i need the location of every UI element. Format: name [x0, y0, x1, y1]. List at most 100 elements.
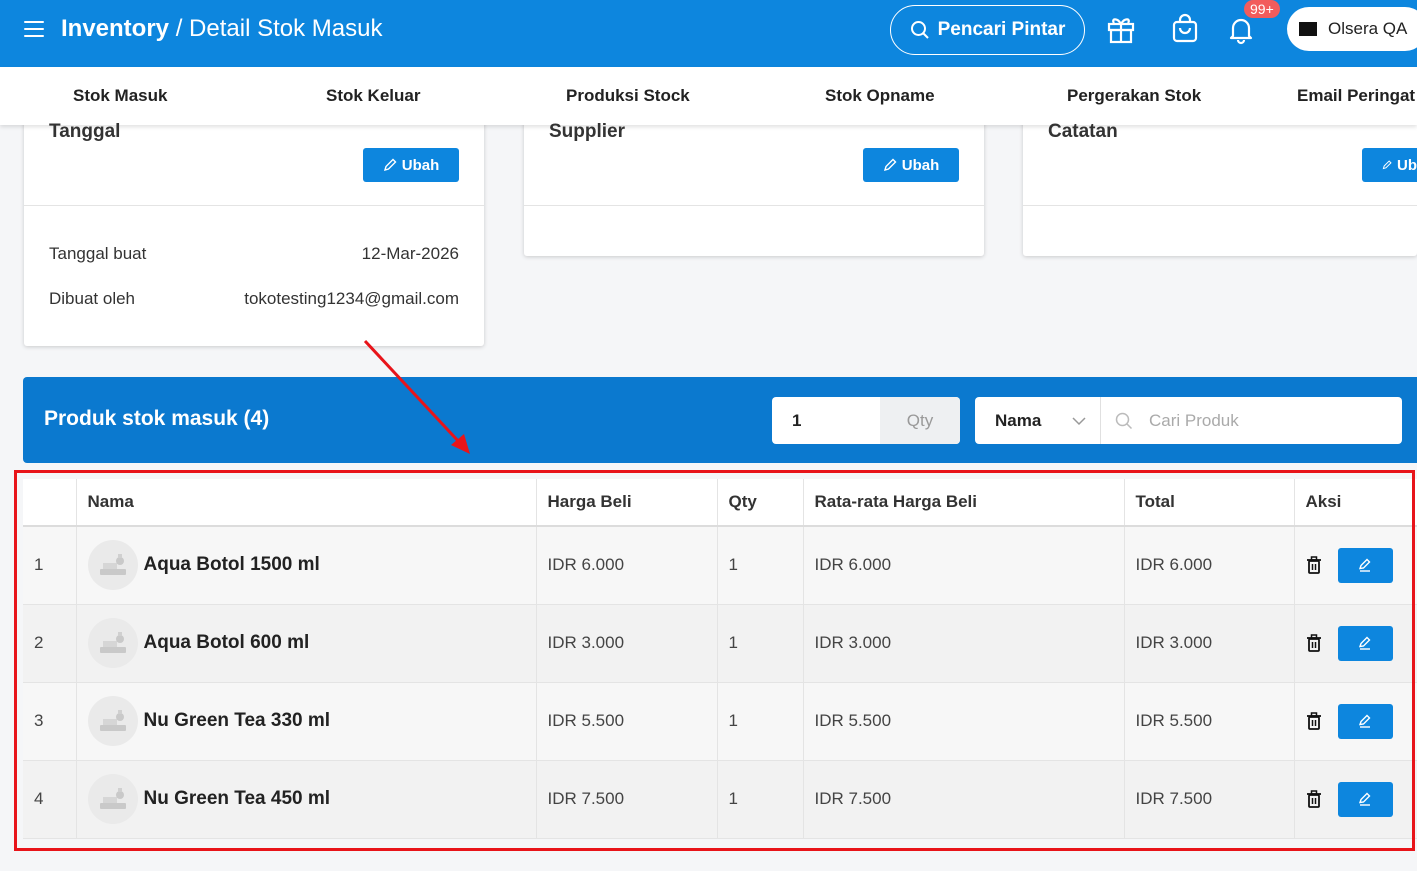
- tanggal-title: Tanggal: [49, 121, 121, 142]
- table-row[interactable]: 3 Nu Green Tea 330 ml IDR 5.500 1 IDR 5.…: [23, 682, 1417, 761]
- products-title: Produk stok masuk (4): [44, 407, 270, 430]
- trash-icon[interactable]: [1306, 556, 1322, 575]
- product-name-cell: Aqua Botol 1500 ml: [76, 526, 537, 605]
- smart-search-button[interactable]: Pencari Pintar: [890, 5, 1085, 55]
- account-button[interactable]: Olsera QA: [1287, 7, 1417, 51]
- average-purchase-price: IDR 3.000: [803, 604, 1125, 683]
- chevron-down-icon: [1072, 416, 1086, 425]
- product-placeholder-icon: [87, 696, 138, 746]
- search-icon: [910, 21, 929, 39]
- tab-pergerakan-stok[interactable]: Pergerakan Stok: [1067, 86, 1201, 106]
- pencil-icon: [1382, 160, 1392, 170]
- column-header-aksi: Aksi: [1294, 479, 1417, 527]
- tab-stok-keluar[interactable]: Stok Keluar: [326, 86, 420, 106]
- search-icon: [1115, 412, 1133, 429]
- pencil-icon: [1358, 714, 1371, 728]
- product-name-cell: Aqua Botol 600 ml: [76, 604, 537, 683]
- product-name: Aqua Botol 600 ml: [143, 632, 310, 653]
- pencil-icon: [883, 158, 897, 172]
- row-total: IDR 3.000: [1124, 604, 1295, 683]
- edit-tanggal-label: Ubah: [401, 156, 440, 174]
- product-name-cell: Nu Green Tea 450 ml: [76, 760, 537, 839]
- created-by-value: tokotesting1234@gmail.com: [244, 289, 459, 308]
- action-cell: [1294, 604, 1417, 683]
- action-cell: [1294, 526, 1417, 605]
- products-header-bar: Produk stok masuk (4) 1 Qty Nama Cari Pr…: [23, 377, 1417, 463]
- action-cell: [1294, 682, 1417, 761]
- column-header-total: Total: [1124, 479, 1295, 527]
- table-header-row: Nama Harga Beli Qty Rata-rata Harga Beli…: [23, 479, 1417, 527]
- edit-row-button[interactable]: [1337, 547, 1393, 583]
- title-main: Inventory: [61, 15, 170, 42]
- supplier-title: Supplier: [549, 121, 626, 142]
- qty-input[interactable]: 1: [772, 397, 880, 444]
- edit-catatan-label: Ub: [1397, 156, 1417, 174]
- pencil-icon: [1358, 558, 1371, 572]
- pencil-icon: [1358, 636, 1371, 650]
- purchase-price: IDR 7.500: [536, 760, 718, 839]
- edit-row-button[interactable]: [1337, 781, 1393, 817]
- quantity: 1: [717, 760, 804, 839]
- notification-badge: 99+: [1244, 0, 1280, 18]
- edit-tanggal-button[interactable]: Ubah: [363, 148, 459, 182]
- average-purchase-price: IDR 6.000: [803, 526, 1125, 605]
- top-bar: Inventory / Detail Stok Masuk Pencari Pi…: [0, 0, 1417, 67]
- created-date-value: 12-Mar-2026: [361, 244, 459, 263]
- title-separator: /: [175, 15, 183, 42]
- table-row[interactable]: 2 Aqua Botol 600 ml IDR 3.000 1 IDR 3.00…: [23, 604, 1417, 683]
- search-filter-value: Nama: [995, 410, 1042, 430]
- pencil-icon: [383, 158, 397, 172]
- edit-row-button[interactable]: [1337, 625, 1393, 661]
- row-total: IDR 5.500: [1124, 682, 1295, 761]
- table-row[interactable]: 1 Aqua Botol 1500 ml IDR 6.000 1 IDR 6.0…: [23, 526, 1417, 605]
- tab-email-peringatan[interactable]: Email Peringat: [1297, 86, 1415, 106]
- products-table: Nama Harga Beli Qty Rata-rata Harga Beli…: [23, 479, 1417, 839]
- edit-supplier-button[interactable]: Ubah: [863, 148, 959, 182]
- trash-icon[interactable]: [1306, 634, 1322, 652]
- tab-stok-masuk[interactable]: Stok Masuk: [73, 86, 167, 106]
- column-header-qty: Qty: [717, 479, 804, 527]
- product-placeholder-icon: [87, 540, 138, 591]
- catatan-title: Catatan: [1048, 121, 1118, 142]
- menu-icon[interactable]: [24, 21, 44, 37]
- column-header-no: [23, 479, 77, 527]
- created-date-label: Tanggal buat: [49, 244, 147, 263]
- column-header-harga-beli: Harga Beli: [536, 479, 718, 527]
- row-total: IDR 6.000: [1124, 526, 1295, 605]
- page-title: Inventory / Detail Stok Masuk: [61, 14, 382, 44]
- product-search-input[interactable]: Cari Produk: [1101, 397, 1402, 444]
- product-search-group: Nama Cari Produk: [975, 397, 1402, 444]
- edit-catatan-button[interactable]: Ub: [1362, 148, 1417, 182]
- trash-icon[interactable]: [1306, 712, 1322, 730]
- table-row[interactable]: 4 Nu Green Tea 450 ml IDR 7.500 1 IDR 7.…: [23, 760, 1417, 839]
- edit-row-button[interactable]: [1337, 703, 1393, 739]
- qty-input-group: 1 Qty: [772, 397, 960, 444]
- gift-icon[interactable]: [1105, 13, 1137, 45]
- edit-supplier-label: Ubah: [901, 156, 940, 174]
- qty-addon-label: Qty: [880, 397, 960, 444]
- smart-search-label: Pencari Pintar: [937, 19, 1066, 40]
- pencil-icon: [1358, 792, 1371, 806]
- product-name: Nu Green Tea 330 ml: [143, 710, 331, 731]
- product-search-placeholder: Cari Produk: [1149, 410, 1239, 430]
- purchase-price: IDR 5.500: [536, 682, 718, 761]
- row-number: 1: [23, 526, 77, 605]
- purchase-price: IDR 3.000: [536, 604, 718, 683]
- row-number: 4: [23, 760, 77, 839]
- average-purchase-price: IDR 7.500: [803, 760, 1125, 839]
- product-name-cell: Nu Green Tea 330 ml: [76, 682, 537, 761]
- search-filter-select[interactable]: Nama: [975, 397, 1101, 444]
- account-name: Olsera QA: [1328, 19, 1408, 38]
- product-placeholder-icon: [87, 618, 138, 668]
- trash-icon[interactable]: [1306, 790, 1322, 808]
- product-name: Nu Green Tea 450 ml: [143, 788, 331, 809]
- tab-stok-opname[interactable]: Stok Opname: [825, 86, 935, 106]
- shopping-bag-icon[interactable]: [1169, 13, 1201, 45]
- quantity: 1: [717, 526, 804, 605]
- product-name: Aqua Botol 1500 ml: [143, 554, 320, 576]
- inventory-tabs: Stok Masuk Stok Keluar Produksi Stock St…: [0, 67, 1417, 125]
- quantity: 1: [717, 604, 804, 683]
- tab-produksi-stock[interactable]: Produksi Stock: [566, 86, 690, 106]
- purchase-price: IDR 6.000: [536, 526, 718, 605]
- created-by-label: Dibuat oleh: [49, 289, 136, 308]
